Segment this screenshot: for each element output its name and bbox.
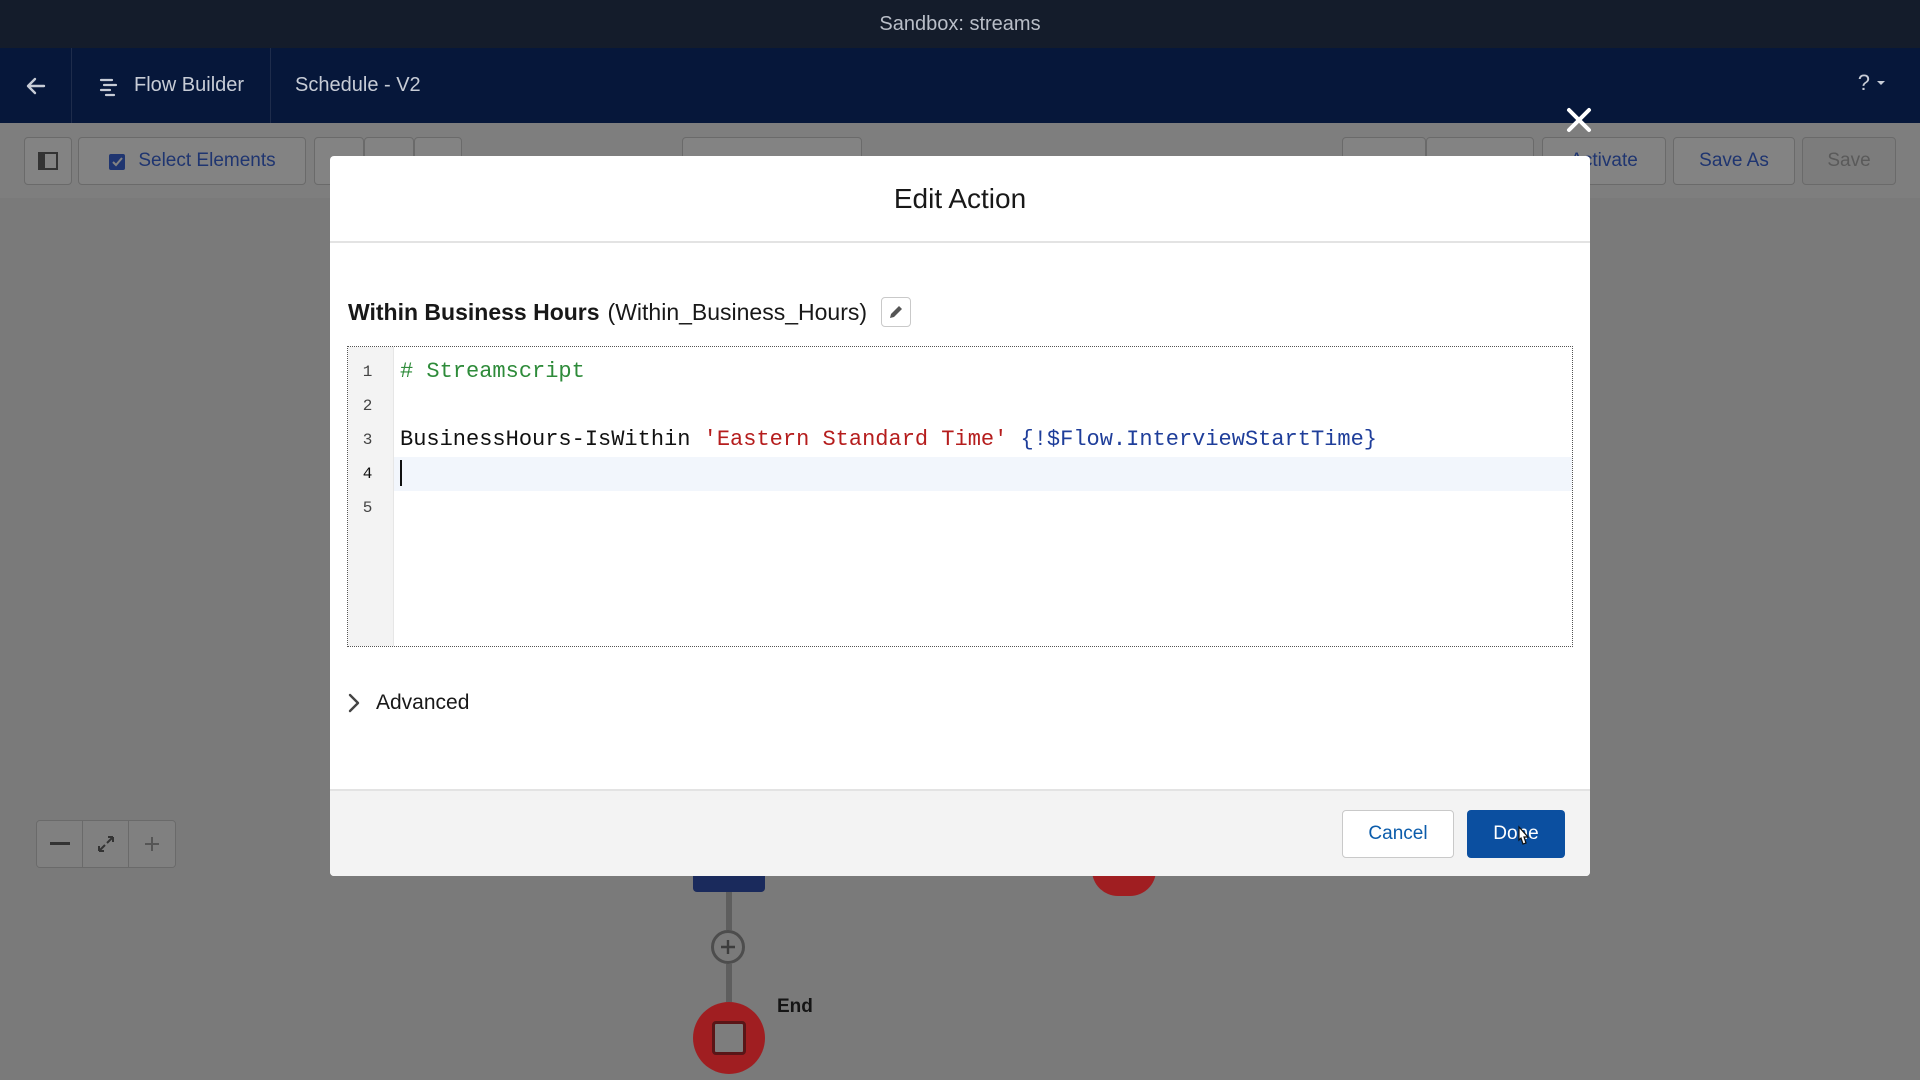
cancel-label: Cancel (1368, 823, 1428, 844)
save-button[interactable]: Save (1802, 137, 1896, 185)
modal-header: Edit Action (330, 156, 1590, 243)
action-title: Within Business Hours (Within_Business_H… (348, 297, 912, 327)
line-number: 4 (362, 465, 373, 483)
line-number: 1 (362, 363, 373, 381)
modal-body: Within Business Hours (Within_Business_H… (330, 243, 1590, 789)
save-label: Save (1827, 150, 1871, 171)
flow-name: Schedule - V2 (295, 74, 421, 96)
fit-view-button[interactable] (83, 821, 129, 867)
chevron-right-icon (348, 693, 360, 713)
line-number: 2 (362, 397, 373, 415)
back-button[interactable] (0, 48, 72, 123)
help-menu[interactable]: ? (1858, 70, 1886, 96)
connector-line (726, 892, 732, 930)
sandbox-bar: Sandbox: streams (0, 0, 1920, 48)
sandbox-title: Sandbox: streams (879, 12, 1041, 35)
end-label: End (777, 996, 813, 1017)
chevron-down-icon (1877, 81, 1885, 85)
save-as-button[interactable]: Save As (1673, 137, 1795, 185)
save-as-label: Save As (1699, 150, 1769, 171)
panel-icon (38, 152, 58, 170)
select-elements-button[interactable]: Select Elements (78, 137, 306, 185)
minus-icon (49, 842, 70, 845)
line-number: 3 (362, 431, 373, 449)
text-caret (400, 460, 402, 487)
toggle-panel-button[interactable] (24, 137, 72, 185)
plus-icon (145, 837, 159, 851)
back-arrow-icon (26, 77, 45, 94)
line-number-gutter: 1 2 3 4 5 (348, 347, 394, 646)
stop-icon (712, 1021, 746, 1055)
zoom-in-button[interactable] (129, 821, 175, 867)
code-keyword: BusinessHours-IsWithin (400, 427, 704, 452)
line-number: 5 (362, 499, 373, 517)
action-api-name: (Within_Business_Hours) (607, 298, 868, 325)
modal-close-button[interactable] (1559, 100, 1599, 140)
code-text-area[interactable]: # Streamscript BusinessHours-IsWithin 'E… (394, 347, 1572, 646)
advanced-section-toggle[interactable]: Advanced (348, 691, 469, 715)
zoom-controls (36, 820, 176, 868)
select-elements-label: Select Elements (138, 150, 276, 171)
close-icon (1567, 108, 1591, 132)
app-name: Flow Builder (134, 74, 245, 96)
app-header: Flow Builder Schedule - V2 ? (0, 48, 1920, 123)
connector-line (726, 964, 732, 1002)
code-string: 'Eastern Standard Time' (703, 427, 1008, 452)
code-line-active[interactable] (394, 457, 1572, 491)
code-line[interactable]: BusinessHours-IsWithin 'Eastern Standard… (394, 423, 1572, 457)
modal-footer: Cancel Done (330, 789, 1590, 876)
edit-action-modal: Edit Action Within Business Hours (Withi… (330, 156, 1590, 876)
code-line[interactable] (394, 491, 1572, 525)
flow-icon (99, 78, 118, 96)
code-variable: {!$Flow.InterviewStartTime} (1007, 427, 1377, 452)
expand-icon (97, 836, 114, 852)
app-launcher[interactable]: Flow Builder (72, 48, 272, 123)
code-editor[interactable]: 1 2 3 4 5 # Streamscript BusinessHours-I… (347, 346, 1573, 647)
advanced-label: Advanced (376, 691, 470, 714)
checkbox-icon (109, 154, 126, 170)
action-label: Within Business Hours (348, 298, 600, 325)
code-line[interactable] (394, 389, 1572, 423)
mouse-pointer-icon (1518, 825, 1530, 845)
zoom-out-button[interactable] (37, 821, 83, 867)
edit-label-button[interactable] (881, 297, 912, 327)
plus-icon (721, 940, 735, 954)
code-comment: # Streamscript (400, 359, 585, 384)
modal-title: Edit Action (893, 182, 1027, 214)
add-element-button[interactable] (711, 930, 745, 964)
cancel-button[interactable]: Cancel (1342, 810, 1454, 858)
code-line[interactable]: # Streamscript (394, 355, 1572, 389)
help-icon: ? (1857, 70, 1870, 95)
end-node[interactable] (693, 1002, 765, 1074)
pencil-icon (890, 306, 903, 318)
